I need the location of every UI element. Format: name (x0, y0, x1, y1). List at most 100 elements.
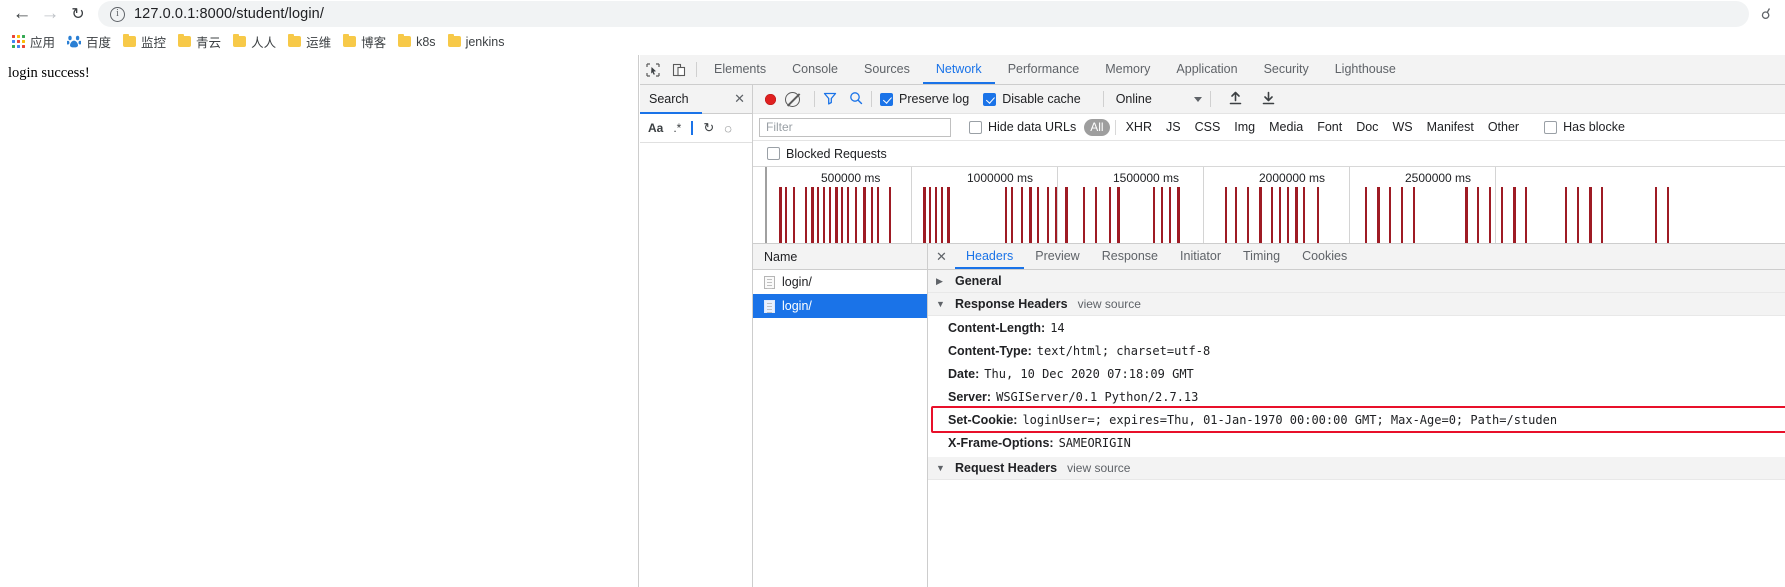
blocked-requests-option[interactable]: Blocked Requests (767, 147, 887, 161)
overview-request-bar (929, 187, 931, 243)
bookmark-人人[interactable]: 人人 (229, 30, 284, 53)
bookmark-k8s[interactable]: k8s (394, 33, 443, 51)
detail-tab-timing[interactable]: Timing (1232, 244, 1291, 269)
magnifier-icon[interactable] (849, 91, 863, 108)
match-case-icon[interactable]: Aa (648, 121, 663, 135)
overview-request-bar (779, 187, 782, 243)
bookmark-青云[interactable]: 青云 (174, 30, 229, 53)
detail-tab-response[interactable]: Response (1091, 244, 1169, 269)
search-panel-header[interactable]: Search ✕ (640, 85, 752, 114)
bookmark-运维[interactable]: 运维 (284, 30, 339, 53)
request-headers-section-header[interactable]: ▼ Request Headers view source (928, 457, 1785, 480)
devtools-tabs: Elements Console Sources Network Performance… (701, 55, 1409, 84)
devtools-tab-lighthouse[interactable]: Lighthouse (1322, 55, 1409, 84)
header-key: X-Frame-Options: (948, 435, 1054, 450)
request-row[interactable]: login/ (753, 294, 927, 318)
overview-request-bar (1317, 187, 1319, 243)
info-circle-icon[interactable]: i (110, 6, 125, 22)
search-sidebar: Search ✕ Aa .* ↻ ◌ (640, 85, 753, 587)
type-filter-media[interactable]: Media (1262, 120, 1310, 134)
funnel-icon[interactable] (823, 91, 837, 108)
has-blocked-option[interactable]: Has blocke (1544, 120, 1625, 134)
bookmark-label: jenkins (465, 34, 505, 49)
tab-label: Performance (1007, 61, 1080, 76)
overview-request-bar (817, 187, 819, 243)
preserve-log-checkbox[interactable] (880, 92, 893, 106)
type-filter-img[interactable]: Img (1227, 120, 1262, 134)
header-row-wrapper: Server: WSGIServer/0.1 Python/2.7.13 (928, 385, 1785, 408)
bookmark-jenkins[interactable]: jenkins (444, 33, 513, 51)
devtools-tab-application[interactable]: Application (1163, 55, 1250, 84)
key-icon[interactable]: ☌ (1755, 5, 1777, 23)
bookmark-应用[interactable]: 应用 (8, 30, 63, 53)
disable-cache-option[interactable]: Disable cache (983, 92, 1081, 106)
upload-arrow-icon[interactable] (1229, 91, 1242, 108)
has-blocked-checkbox[interactable] (1544, 120, 1558, 134)
bookmark-百度[interactable]: 百度 (63, 30, 119, 53)
type-filter-manifest[interactable]: Manifest (1420, 120, 1481, 134)
device-toggle-icon[interactable] (666, 55, 692, 84)
devtools-tab-console[interactable]: Console (779, 55, 851, 84)
back-icon[interactable]: ← (8, 0, 36, 28)
blocked-requests-checkbox[interactable] (767, 147, 780, 160)
bookmark-监控[interactable]: 监控 (119, 30, 174, 53)
close-icon[interactable]: ✕ (928, 244, 955, 269)
hide-data-urls-checkbox[interactable] (969, 120, 982, 134)
overview-request-bar (1525, 187, 1527, 243)
inspect-cursor-icon[interactable] (640, 55, 666, 84)
devtools-tab-sources[interactable]: Sources (851, 55, 923, 84)
type-filter-ws[interactable]: WS (1385, 120, 1419, 134)
bookmark-博客[interactable]: 博客 (339, 30, 394, 53)
type-filter-other[interactable]: Other (1481, 120, 1526, 134)
detail-tab-initiator[interactable]: Initiator (1169, 244, 1232, 269)
overview-left-edge (765, 167, 767, 243)
overview-request-bar (855, 187, 857, 243)
filter-input[interactable]: Filter (759, 117, 951, 137)
type-filter-js[interactable]: JS (1159, 120, 1188, 134)
hide-data-urls-option[interactable]: Hide data URLs (969, 120, 1076, 134)
clear-circle-icon[interactable]: ◌ (724, 121, 732, 136)
type-filter-all[interactable]: All (1084, 118, 1110, 136)
refresh-icon[interactable]: ↻ (703, 120, 714, 136)
network-toolbar: Preserve log Disable cache Online (753, 85, 1785, 114)
close-icon[interactable]: ✕ (734, 91, 745, 107)
preserve-log-option[interactable]: Preserve log (880, 92, 969, 106)
overview-request-bar (947, 187, 950, 243)
devtools-tab-elements[interactable]: Elements (701, 55, 779, 84)
response-headers-section-header[interactable]: ▼ Response Headers view source (928, 293, 1785, 316)
bookmark-label: 人人 (251, 36, 277, 50)
forward-icon[interactable]: → (36, 0, 64, 28)
type-filter-font[interactable]: Font (1310, 120, 1349, 134)
overview-gridline (911, 167, 912, 243)
request-list-column-header[interactable]: Name (753, 244, 927, 270)
regex-icon[interactable]: .* (673, 121, 681, 135)
download-arrow-icon[interactable] (1262, 91, 1275, 108)
devtools-tab-memory[interactable]: Memory (1092, 55, 1163, 84)
type-filter-xhr[interactable]: XHR (1119, 120, 1159, 134)
type-filter-doc[interactable]: Doc (1349, 120, 1385, 134)
detail-tab-headers[interactable]: Headers (955, 244, 1025, 269)
chevron-down-icon (1193, 96, 1202, 102)
reload-icon[interactable]: ↻ (64, 0, 92, 28)
address-bar[interactable]: i 127.0.0.1:8000/student/login/ (98, 1, 1749, 27)
request-row[interactable]: login/ (753, 270, 927, 294)
overview-request-bar (1271, 187, 1273, 243)
header-value: SAMEORIGIN (1058, 435, 1131, 450)
record-dot-icon[interactable] (765, 93, 776, 105)
detail-tab-cookies[interactable]: Cookies (1291, 244, 1358, 269)
devtools-tab-network[interactable]: Network (922, 55, 995, 84)
detail-tab-preview[interactable]: Preview (1024, 244, 1090, 269)
headers-pane: ▶ General ▼ Response Headers view source… (928, 270, 1785, 587)
general-section-header[interactable]: ▶ General (928, 270, 1785, 293)
disable-cache-checkbox[interactable] (983, 92, 997, 106)
view-source-link[interactable]: view source (1067, 461, 1130, 475)
devtools-tab-performance[interactable]: Performance (995, 55, 1093, 84)
document-icon (764, 275, 775, 289)
request-name: login/ (782, 275, 812, 289)
devtools-tab-security[interactable]: Security (1251, 55, 1322, 84)
network-overview-timeline[interactable]: 500000 ms 1000000 ms 1500000 ms 2000000 ms 2… (753, 167, 1785, 244)
throttling-select[interactable]: Online (1112, 92, 1202, 106)
clear-no-entry-icon[interactable] (785, 91, 800, 107)
view-source-link[interactable]: view source (1078, 297, 1141, 311)
type-filter-css[interactable]: CSS (1188, 120, 1228, 134)
